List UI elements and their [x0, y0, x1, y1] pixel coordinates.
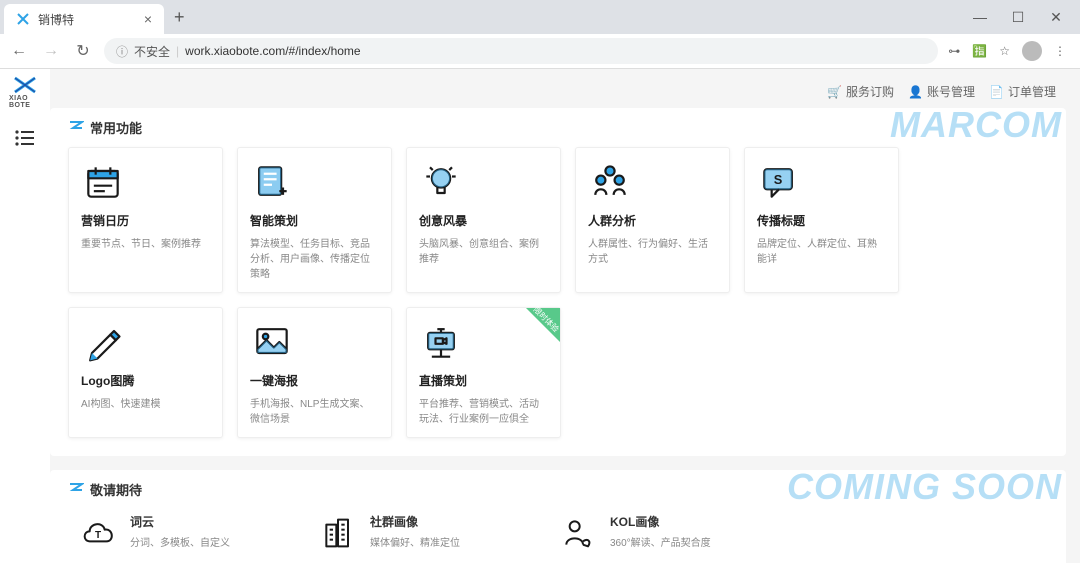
card-title: 一键海报: [250, 372, 379, 389]
browser-chrome: 销博特 × + — ☐ ✕ ← → ↻ ⓘ 不安全 | work.xiaobot…: [0, 0, 1080, 69]
card-title: 直播策划: [419, 372, 548, 389]
feature-card-speech-s[interactable]: S 传播标题 品牌定位、人群定位、耳熟能详: [744, 147, 899, 293]
feature-card-calendar[interactable]: 营销日历 重要节点、节日、案例推荐: [68, 147, 223, 293]
lightbulb-icon: [419, 160, 548, 204]
tab-favicon: [16, 12, 30, 26]
panel-title: 常用功能: [90, 118, 142, 137]
feature-card-pencil[interactable]: Logo图腾 AI构图、快速建模: [68, 307, 223, 438]
coming-desc: 360°解读、产品契合度: [610, 534, 711, 549]
browser-actions: ⊶ 🈯 ☆ ⋮: [948, 41, 1072, 61]
cart-icon: 🛒: [827, 85, 842, 99]
svg-text:S: S: [774, 172, 783, 187]
coming-item-buildings: 社群画像 媒体偏好、精准定位: [318, 513, 518, 553]
app-root: XIAO BOTE 🛒 服务订购 👤 账号管理 📄 订单管理 MARCOM 常用功能 营销…: [0, 69, 1080, 563]
people-icon: [588, 160, 717, 204]
card-title: Logo图腾: [81, 372, 210, 389]
key-icon[interactable]: ⊶: [948, 44, 960, 58]
card-desc: 算法模型、任务目标、竞品分析、用户画像、传播定位策略: [250, 237, 379, 282]
window-maximize-icon[interactable]: ☐: [1008, 9, 1028, 26]
app-logo[interactable]: XIAO BOTE: [9, 75, 41, 111]
coming-item-cloud-t: T 词云 分词、多模板、自定义: [78, 513, 278, 553]
top-link-label: 账号管理: [927, 83, 975, 100]
panel-coming-soon: COMING SOON 敬请期待 T 词云 分词、多模板、自定义 社群画像 媒体…: [50, 470, 1066, 563]
tab-bar: 销博特 × + — ☐ ✕: [0, 0, 1080, 34]
coming-title: 社群画像: [370, 513, 460, 530]
browser-tab[interactable]: 销博特 ×: [4, 4, 164, 34]
feature-card-doc-plus[interactable]: 智能策划 算法模型、任务目标、竞品分析、用户画像、传播定位策略: [237, 147, 392, 293]
top-link-label: 服务订购: [846, 83, 894, 100]
sidebar: XIAO BOTE: [0, 69, 50, 563]
kebab-menu-icon[interactable]: ⋮: [1054, 44, 1066, 58]
panel-arrow-icon: [68, 120, 84, 136]
top-link-label: 订单管理: [1008, 83, 1056, 100]
panel-common-functions: MARCOM 常用功能 营销日历 重要节点、节日、案例推荐 智能策划 算法模型、…: [50, 108, 1066, 456]
window-controls: — ☐ ✕: [970, 9, 1076, 26]
feature-card-screen-cam[interactable]: 限时体验 直播策划 平台推荐、营销模式、活动玩法、行业案例一应俱全: [406, 307, 561, 438]
top-link-1[interactable]: 👤 账号管理: [908, 83, 975, 100]
coming-desc: 媒体偏好、精准定位: [370, 534, 460, 549]
site-info-icon[interactable]: ⓘ: [116, 43, 128, 60]
card-desc: 品牌定位、人群定位、耳熟能详: [757, 237, 886, 267]
pencil-icon: [81, 320, 210, 364]
coming-item-kol: KOL画像 360°解读、产品契合度: [558, 513, 758, 553]
profile-avatar[interactable]: [1022, 41, 1042, 61]
poster-icon: [250, 320, 379, 364]
panel-arrow-icon: [68, 482, 84, 498]
address-input[interactable]: ⓘ 不安全 | work.xiaobote.com/#/index/home: [104, 38, 938, 64]
nav-back-icon[interactable]: ←: [8, 40, 30, 62]
top-link-0[interactable]: 🛒 服务订购: [827, 83, 894, 100]
feature-card-poster[interactable]: 一键海报 手机海报、NLP生成文案、微信场景: [237, 307, 392, 438]
svg-text:T: T: [95, 530, 101, 541]
card-title: 创意风暴: [419, 212, 548, 229]
card-title: 营销日历: [81, 212, 210, 229]
cards-grid: 营销日历 重要节点、节日、案例推荐 智能策划 算法模型、任务目标、竞品分析、用户…: [68, 147, 1048, 438]
calendar-icon: [81, 160, 210, 204]
card-desc: 头脑风暴、创意组合、案例推荐: [419, 237, 548, 267]
card-desc: 平台推荐、营销模式、活动玩法、行业案例一应俱全: [419, 397, 548, 427]
window-minimize-icon[interactable]: —: [970, 9, 990, 26]
window-close-icon[interactable]: ✕: [1046, 9, 1066, 26]
translate-icon[interactable]: 🈯: [972, 44, 987, 58]
tab-title: 销博特: [38, 11, 136, 28]
logo-text: XIAO BOTE: [9, 95, 41, 109]
card-title: 智能策划: [250, 212, 379, 229]
feature-card-people[interactable]: 人群分析 人群属性、行为偏好、生活方式: [575, 147, 730, 293]
url-text: work.xiaobote.com/#/index/home: [185, 44, 360, 58]
coming-title: 词云: [130, 513, 230, 530]
card-title: 传播标题: [757, 212, 886, 229]
speech-s-icon: S: [757, 160, 886, 204]
panel-title-row: 常用功能: [68, 118, 1048, 137]
kol-icon: [558, 513, 598, 553]
card-title: 人群分析: [588, 212, 717, 229]
card-desc: 重要节点、节日、案例推荐: [81, 237, 210, 252]
panel-title: 敬请期待: [90, 480, 142, 499]
card-desc: 手机海报、NLP生成文案、微信场景: [250, 397, 379, 427]
buildings-icon: [318, 513, 358, 553]
user-icon: 👤: [908, 85, 923, 99]
doc-icon: 📄: [989, 85, 1004, 99]
top-link-2[interactable]: 📄 订单管理: [989, 83, 1056, 100]
sidebar-toggle-icon[interactable]: [14, 129, 36, 147]
feature-card-lightbulb[interactable]: 创意风暴 头脑风暴、创意组合、案例推荐: [406, 147, 561, 293]
nav-reload-icon[interactable]: ↻: [72, 40, 94, 62]
coming-desc: 分词、多模板、自定义: [130, 534, 230, 549]
panel-title-row: 敬请期待: [68, 480, 1048, 499]
nav-forward-icon[interactable]: →: [40, 40, 62, 62]
top-links: 🛒 服务订购 👤 账号管理 📄 订单管理: [50, 79, 1066, 108]
card-desc: AI构图、快速建模: [81, 397, 210, 412]
card-desc: 人群属性、行为偏好、生活方式: [588, 237, 717, 267]
coming-soon-row: T 词云 分词、多模板、自定义 社群画像 媒体偏好、精准定位 KOL画像 360…: [68, 509, 1048, 563]
address-bar: ← → ↻ ⓘ 不安全 | work.xiaobote.com/#/index/…: [0, 34, 1080, 68]
new-tab-button[interactable]: +: [164, 7, 195, 28]
doc-plus-icon: [250, 160, 379, 204]
main-content: 🛒 服务订购 👤 账号管理 📄 订单管理 MARCOM 常用功能 营销日历 重要节点、节日…: [50, 69, 1080, 563]
cloud-t-icon: T: [78, 513, 118, 553]
coming-title: KOL画像: [610, 513, 711, 530]
star-icon[interactable]: ☆: [999, 44, 1010, 58]
tab-close-icon[interactable]: ×: [144, 11, 152, 27]
url-security-label: 不安全: [134, 43, 170, 60]
